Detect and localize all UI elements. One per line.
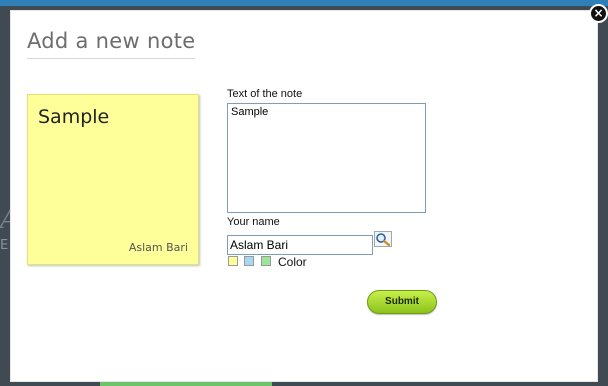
note-preview: Sample Aslam Bari [27,94,199,265]
note-preview-text: Sample [38,106,110,128]
add-note-dialog: Add a new note Sample Aslam Bari Text of… [10,10,598,382]
background-faint-letter-small: E [0,238,9,253]
color-swatch-yellow[interactable] [228,256,238,266]
dialog-title: Add a new note [27,29,195,59]
color-swatch-green[interactable] [261,256,271,266]
note-text-label: Text of the note [227,88,303,100]
your-name-label: Your name [227,216,280,228]
note-preview-author: Aslam Bari [128,241,188,254]
color-swatch-blue[interactable] [244,256,254,266]
your-name-input[interactable] [227,235,373,255]
note-text-input[interactable]: Sample [227,103,426,213]
background-top-strip [0,0,608,6]
close-icon[interactable]: × [589,4,608,23]
color-label: Color [278,255,307,269]
magnifier-icon[interactable] [374,231,392,247]
submit-button[interactable]: Submit [367,290,437,314]
